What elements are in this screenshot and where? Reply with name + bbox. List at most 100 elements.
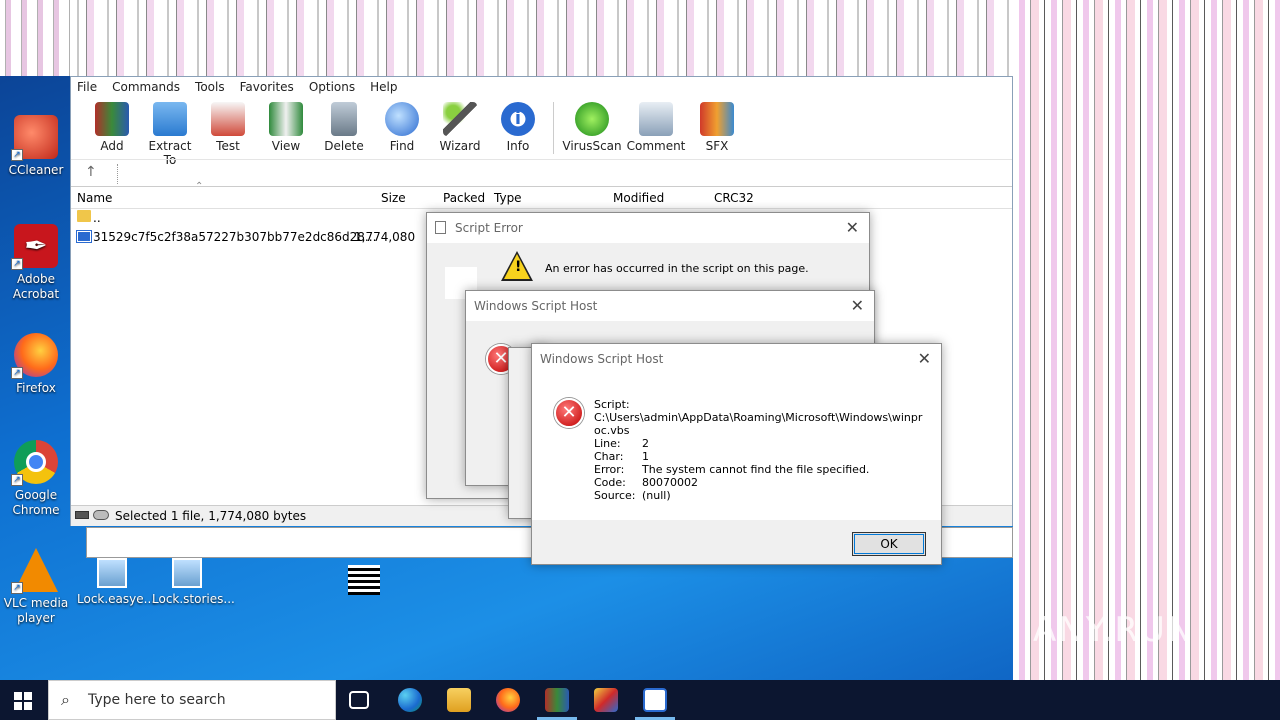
close-icon[interactable]: ✕ bbox=[918, 349, 931, 368]
delete-bin-icon bbox=[331, 102, 357, 136]
dialog-titlebar: Windows Script Host ✕ bbox=[532, 344, 941, 374]
desktop-artifact-right: ANY.RUN bbox=[1013, 0, 1280, 680]
menu-options[interactable]: Options bbox=[309, 80, 355, 94]
toolbar-label: Comment bbox=[626, 139, 686, 153]
desktop-icon-label: CCleaner bbox=[8, 163, 64, 177]
add-archive-icon bbox=[95, 102, 129, 136]
status-text: Selected 1 file, 1,774,080 bytes bbox=[115, 509, 307, 523]
dialog-title: Windows Script Host bbox=[540, 352, 664, 366]
column-type[interactable]: Type bbox=[494, 191, 522, 205]
winrar-taskbar-icon[interactable] bbox=[545, 688, 569, 712]
error-window-taskbar-icon[interactable] bbox=[643, 688, 667, 712]
script-path-continued: oc.vbs bbox=[594, 424, 630, 437]
source-label: Source: bbox=[594, 489, 636, 502]
search-placeholder: Type here to search bbox=[88, 692, 226, 708]
info-icon: i bbox=[501, 102, 535, 136]
source-value: (null) bbox=[642, 489, 671, 502]
view-button[interactable]: View bbox=[257, 102, 315, 153]
error-message: An error has occurred in the script on t… bbox=[545, 262, 809, 275]
shortcut-arrow-icon: ↗ bbox=[11, 582, 23, 594]
desktop-icon-label: Lock.easye... bbox=[77, 592, 156, 606]
virusscan-button[interactable]: VirusScan bbox=[560, 102, 624, 153]
find-button[interactable]: Find bbox=[373, 102, 431, 153]
toolbar-label: Wizard bbox=[439, 139, 481, 153]
line-label: Line: bbox=[594, 437, 621, 450]
info-button[interactable]: i Info bbox=[489, 102, 547, 153]
wizard-button[interactable]: Wizard bbox=[431, 102, 489, 153]
wsh-dialog-front: Windows Script Host ✕ ✕ Script: C:\Users… bbox=[531, 343, 942, 565]
script-host-taskbar-icon[interactable] bbox=[594, 688, 618, 712]
toolbar-label: Info bbox=[506, 139, 530, 153]
column-size[interactable]: Size bbox=[381, 191, 406, 205]
toolbar: Add Extract To Test View Delete Find Wiz… bbox=[71, 97, 1012, 167]
toolbar-label: Find bbox=[389, 139, 415, 153]
dialog-body: ✕ Script: C:\Users\admin\AppData\Roaming… bbox=[532, 374, 941, 520]
sort-chevron-icon: ⌃ bbox=[195, 181, 204, 192]
test-button[interactable]: Test bbox=[199, 102, 257, 153]
edge-icon[interactable] bbox=[398, 688, 422, 712]
comment-button[interactable]: Comment bbox=[624, 102, 688, 153]
shortcut-arrow-icon: ↗ bbox=[11, 367, 23, 379]
menu-help[interactable]: Help bbox=[370, 80, 397, 94]
extract-to-button[interactable]: Extract To bbox=[141, 102, 199, 167]
table-row[interactable]: .. bbox=[71, 209, 327, 228]
column-name[interactable]: Name bbox=[77, 191, 112, 205]
script-path: C:\Users\admin\AppData\Roaming\Microsoft… bbox=[594, 411, 923, 424]
script-label: Script: bbox=[594, 398, 630, 411]
shortcut-arrow-icon: ↗ bbox=[11, 149, 23, 161]
test-clipboard-icon bbox=[211, 102, 245, 136]
column-crc32[interactable]: CRC32 bbox=[714, 191, 754, 205]
code-label: Code: bbox=[594, 476, 626, 489]
desktop-file-lock-easye[interactable]: Lock.easye... bbox=[77, 558, 156, 607]
desktop-icon-firefox[interactable]: ↗ Firefox bbox=[1, 333, 71, 396]
shortcut-arrow-icon: ↗ bbox=[11, 258, 23, 270]
desktop-icon-vlc[interactable]: ↗ VLC media player bbox=[1, 548, 71, 626]
file-name: .. bbox=[93, 211, 101, 225]
close-icon[interactable]: ✕ bbox=[851, 296, 864, 315]
sfx-icon bbox=[700, 102, 734, 136]
desktop-icon-ccleaner[interactable]: ↗ CCleaner bbox=[1, 115, 71, 178]
taskbar: ⌕ Type here to search bbox=[0, 680, 1280, 720]
warning-icon: ! bbox=[501, 251, 533, 281]
corrupted-file-icon[interactable] bbox=[348, 565, 380, 595]
menu-commands[interactable]: Commands bbox=[112, 80, 180, 94]
taskbar-search-box[interactable]: ⌕ Type here to search bbox=[48, 680, 336, 720]
column-packed[interactable]: Packed bbox=[443, 191, 485, 205]
desktop-icon-adobe-acrobat[interactable]: ✒ ↗ Adobe Acrobat bbox=[1, 224, 71, 302]
desktop-artifact-top bbox=[70, 0, 1015, 76]
desktop-icon-google-chrome[interactable]: ↗ Google Chrome bbox=[1, 440, 71, 518]
menu-file[interactable]: File bbox=[77, 80, 97, 94]
desktop-icon-label: Adobe Acrobat bbox=[12, 272, 60, 301]
menu-tools[interactable]: Tools bbox=[195, 80, 225, 94]
dialog-titlebar: Script Error ✕ bbox=[427, 213, 869, 243]
wizard-wand-icon bbox=[443, 102, 477, 136]
sfx-button[interactable]: SFX bbox=[688, 102, 746, 153]
column-modified[interactable]: Modified bbox=[613, 191, 664, 205]
file-list: .. 31529c7f5c2f38a57227b307bb77e2dc86d28… bbox=[71, 209, 415, 505]
start-windows-icon[interactable] bbox=[14, 692, 32, 710]
menu-favorites[interactable]: Favorites bbox=[240, 80, 294, 94]
task-view-icon[interactable] bbox=[349, 691, 369, 709]
char-label: Char: bbox=[594, 450, 624, 463]
char-value: 1 bbox=[642, 450, 649, 463]
toolbar-label: Delete bbox=[324, 139, 364, 153]
dialog-title: Windows Script Host bbox=[474, 299, 598, 313]
desktop-icon-label: Lock.stories... bbox=[152, 592, 235, 606]
desktop-icon-label: Firefox bbox=[16, 381, 56, 395]
toolbar-separator bbox=[553, 102, 554, 154]
file-size: 1,774,080 bbox=[354, 230, 416, 244]
line-value: 2 bbox=[642, 437, 649, 450]
close-icon[interactable]: ✕ bbox=[846, 218, 859, 237]
add-button[interactable]: Add bbox=[83, 102, 141, 153]
ok-button[interactable]: OK bbox=[852, 532, 926, 556]
up-arrow-icon[interactable]: ↑ bbox=[85, 164, 97, 180]
dialog-title: Script Error bbox=[455, 221, 523, 235]
file-explorer-icon[interactable] bbox=[447, 688, 471, 712]
column-header: Name ⌃ Size Packed Type Modified CRC32 bbox=[71, 181, 1012, 209]
delete-button[interactable]: Delete bbox=[315, 102, 373, 153]
table-row[interactable]: 31529c7f5c2f38a57227b307bb77e2dc86d28...… bbox=[71, 228, 415, 247]
folder-icon bbox=[77, 210, 91, 222]
firefox-taskbar-icon[interactable] bbox=[496, 688, 520, 712]
desktop-file-lock-stories[interactable]: Lock.stories... bbox=[152, 558, 235, 607]
desktop-icon-label: Google Chrome bbox=[12, 488, 60, 517]
